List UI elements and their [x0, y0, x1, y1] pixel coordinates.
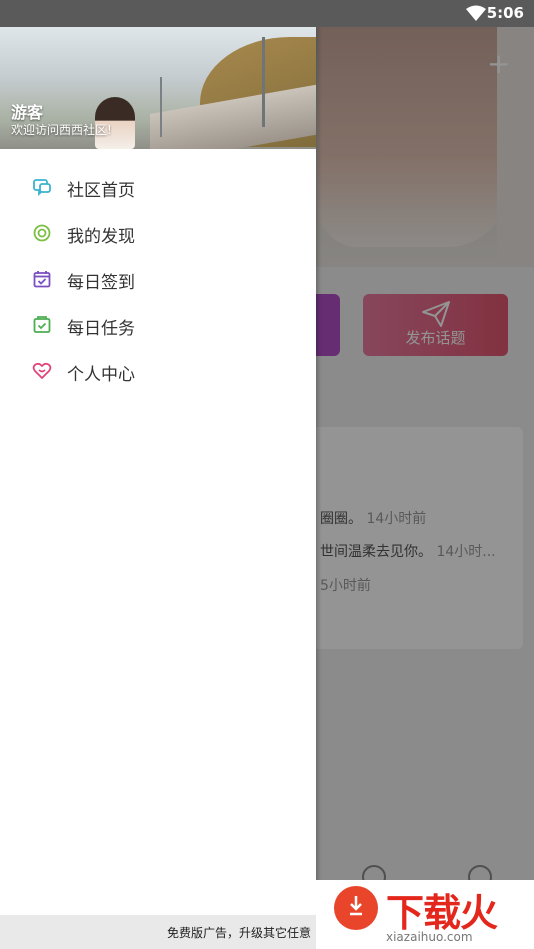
menu-item-community-home[interactable]: 社区首页 — [0, 165, 316, 211]
menu-item-label: 社区首页 — [67, 181, 135, 201]
drawer-menu: 社区首页 我的发现 每日签到 每日任务 个人中心 — [0, 165, 316, 395]
menu-item-label: 每日任务 — [67, 319, 135, 339]
calendar-check-icon — [33, 271, 51, 288]
menu-item-label: 我的发现 — [67, 227, 135, 247]
watermark-url: xiazaihuo.com — [386, 930, 473, 944]
menu-item-label: 个人中心 — [67, 365, 135, 385]
menu-item-daily-tasks[interactable]: 每日任务 — [0, 303, 316, 349]
wifi-icon — [466, 5, 486, 21]
watermark: 下载火 xiazaihuo.com — [316, 880, 534, 949]
user-name: 游客 — [11, 103, 44, 122]
menu-item-daily-checkin[interactable]: 每日签到 — [0, 257, 316, 303]
menu-item-label: 每日签到 — [67, 273, 135, 293]
download-logo-icon — [334, 886, 378, 930]
heart-icon — [32, 362, 52, 379]
status-bar: 5:06 — [0, 0, 534, 27]
watermark-brand: 下载火 — [386, 891, 498, 935]
menu-item-my-discover[interactable]: 我的发现 — [0, 211, 316, 257]
ad-text: 免费版广告，升级其它任意 — [167, 926, 312, 940]
drawer-header: 游客 欢迎访问西西社区! — [0, 27, 316, 149]
menu-item-personal-center[interactable]: 个人中心 — [0, 349, 316, 395]
navigation-drawer: 游客 欢迎访问西西社区! 社区首页 我的发现 每日签到 每日任务 个人中心 — [0, 27, 316, 949]
task-icon — [33, 316, 51, 333]
chat-bubble-icon — [33, 179, 51, 197]
discover-icon — [33, 224, 51, 242]
status-time: 5:06 — [486, 4, 524, 22]
welcome-text: 欢迎访问西西社区! — [11, 123, 112, 137]
